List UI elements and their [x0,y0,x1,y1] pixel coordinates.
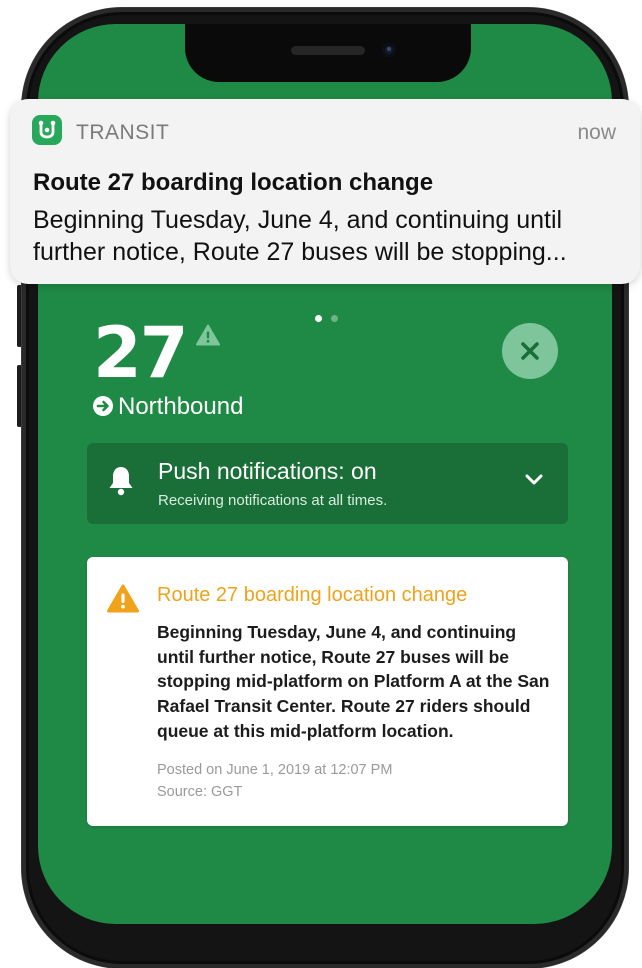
close-icon [521,342,539,360]
notification-app-name: TRANSIT [76,121,170,144]
notification-banner[interactable]: TRANSIT now Route 27 boarding location c… [10,99,640,284]
alert-triangle-icon [196,324,220,346]
close-button[interactable] [502,323,558,379]
direction-label: Northbound [118,393,244,420]
alert-source: Source: GGT [157,784,243,800]
alert-body: Beginning Tuesday, June 4, and continuin… [157,622,550,741]
phone-camera [382,43,396,57]
route-number: 27 [93,312,188,394]
chevron-down-icon[interactable] [524,473,544,487]
page-indicator [315,309,347,327]
phone-speaker [291,46,365,55]
page-dot-inactive [331,315,338,322]
alert-title: Route 27 boarding location change [157,584,468,606]
push-notifications-toggle[interactable]: Push notifications: on Receiving notific… [87,443,568,524]
warning-icon [107,584,139,613]
notification-time: now [577,121,616,144]
notification-body: Beginning Tuesday, June 4, and continuin… [33,206,567,266]
transit-app-icon [32,115,62,145]
push-notifications-subtitle: Receiving notifications at all times. [158,492,388,509]
arrow-right-circle-icon [93,396,113,416]
bell-icon [109,467,133,496]
alert-posted-date: Posted on June 1, 2019 at 12:07 PM [157,762,393,778]
page-dot-active [315,315,322,322]
push-notifications-title: Push notifications: on [158,458,377,484]
notification-title: Route 27 boarding location change [33,169,434,196]
service-alert-card[interactable]: Route 27 boarding location change Beginn… [87,557,568,826]
